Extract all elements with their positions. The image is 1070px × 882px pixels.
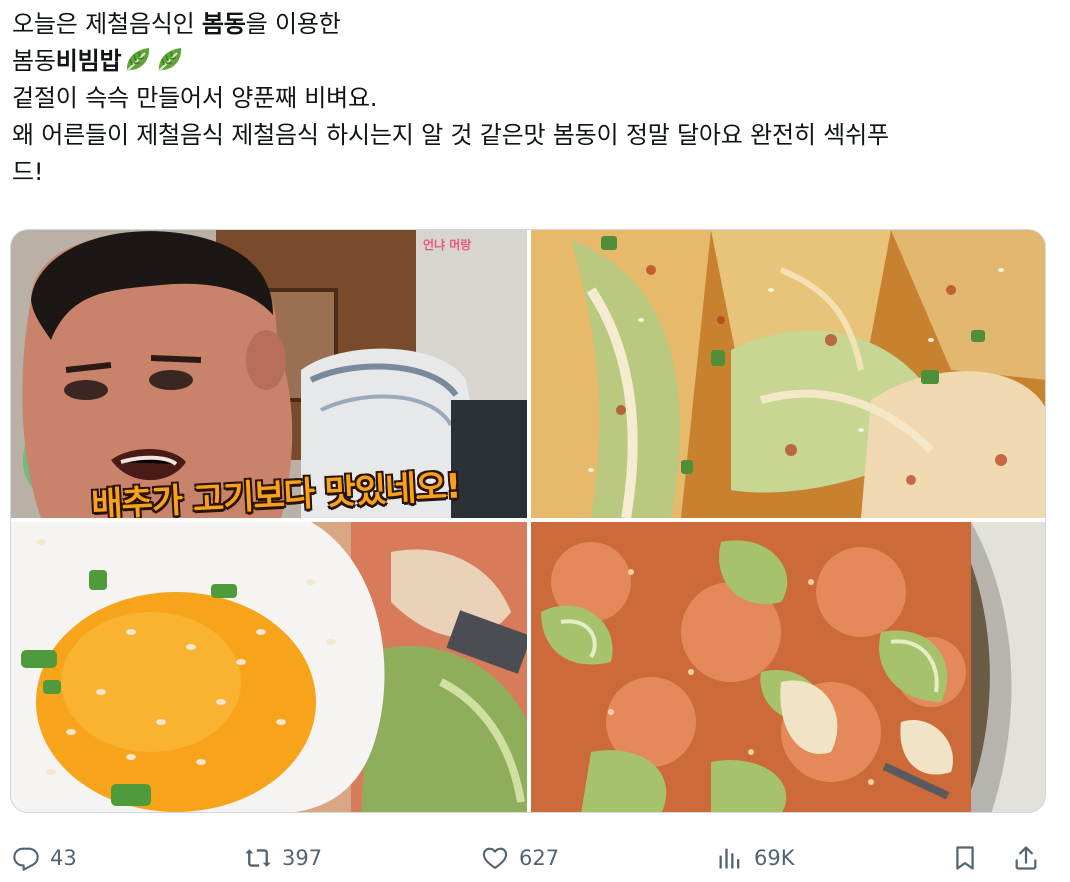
- heart-icon: [482, 847, 508, 869]
- view-count: 69K: [754, 846, 795, 870]
- share-button[interactable]: [1012, 836, 1050, 880]
- like-count: 627: [519, 846, 560, 870]
- tweet-line-1: 오늘은 제철음식인 봄동을 이용한: [12, 6, 1052, 43]
- views-button[interactable]: 69K: [716, 836, 795, 880]
- text-span: 봄동: [12, 47, 56, 75]
- retweet-count: 397: [282, 846, 323, 870]
- bar-chart-icon: [719, 848, 740, 869]
- tweet-actions-bar: 43 397 627 69K: [0, 836, 1070, 880]
- bold-text: 봄동: [201, 10, 246, 38]
- share-icon: [1015, 846, 1037, 870]
- fried-egg-image[interactable]: [11, 522, 527, 812]
- retweet-button[interactable]: 397: [244, 836, 322, 880]
- bookmark-icon: [956, 846, 974, 870]
- leafy-green-emoji-icon: [126, 48, 150, 72]
- like-button[interactable]: 627: [481, 836, 559, 880]
- kimchi-graphic: [531, 230, 1045, 518]
- tweet-line-2: 봄동비빔밥: [12, 43, 1052, 80]
- channel-logo: 언냐 머랑: [423, 238, 472, 252]
- tweet-line-3: 겉절이 슥슥 만들어서 양푼째 비벼요.: [12, 84, 378, 112]
- text-span: 오늘은 제철음식인: [12, 10, 202, 38]
- text-span: 을 이용한: [245, 10, 341, 38]
- bookmark-button[interactable]: [951, 836, 989, 880]
- reply-count: 43: [50, 846, 77, 870]
- reply-button[interactable]: 43: [12, 836, 77, 880]
- bibimbap-graphic: [531, 522, 1045, 812]
- tweet-line-4: 왜 어른들이 제철음식 제철음식 하시는지 알 것 같은맛 봄동이 정말 달아요…: [12, 121, 889, 149]
- kimchi-closeup-image[interactable]: [531, 230, 1045, 518]
- tweet-text: 오늘은 제철음식인 봄동을 이용한 봄동비빔밥 겉절이 슥슥 만들어서 양푼째 …: [12, 6, 1052, 191]
- bold-text: 비빔밥: [55, 47, 122, 75]
- tv-screenshot-image[interactable]: 언냐 머랑 배추가 고기보다 맛있네오!: [11, 230, 527, 518]
- retweet-icon: [245, 849, 271, 867]
- fried-egg-graphic: [11, 522, 527, 812]
- tweet-line-5: 드!: [12, 158, 44, 186]
- bibimbap-bowl-image[interactable]: [531, 522, 1045, 812]
- leafy-green-emoji-icon: [158, 48, 182, 72]
- reply-icon: [13, 847, 39, 871]
- media-grid: 언냐 머랑 배추가 고기보다 맛있네오!: [10, 229, 1046, 813]
